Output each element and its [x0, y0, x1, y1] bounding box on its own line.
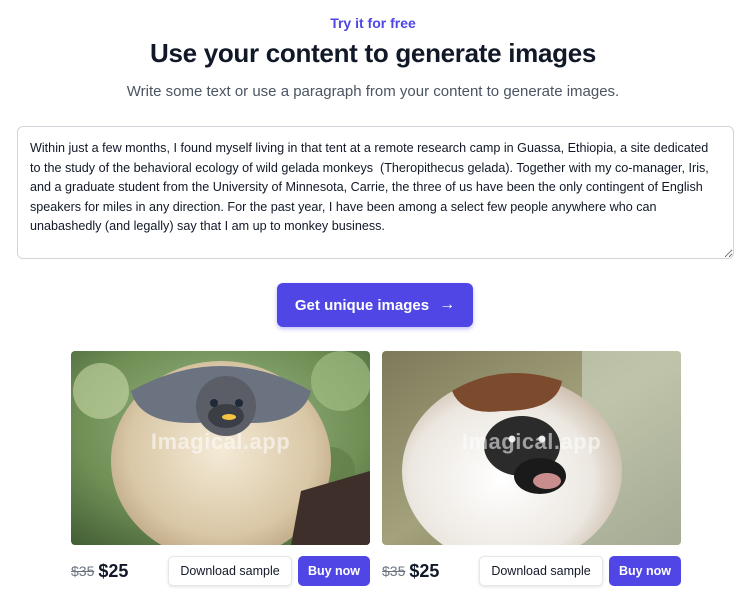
arrow-right-icon: → — [439, 296, 456, 313]
generated-image[interactable]: Imagical.app — [382, 351, 681, 545]
content-textarea[interactable] — [17, 126, 734, 259]
eyebrow-text: Try it for free — [330, 15, 416, 31]
get-unique-images-button[interactable]: Get unique images → — [277, 283, 473, 327]
generated-image[interactable]: Imagical.app — [71, 351, 370, 545]
original-price: $35 — [382, 563, 406, 579]
buy-now-button[interactable]: Buy now — [298, 556, 370, 586]
sale-price: $25 — [98, 560, 129, 581]
watermark: Imagical.app — [150, 429, 291, 454]
watermark: Imagical.app — [461, 429, 602, 454]
result-card: Imagical.app $35 $25 Download sample Buy… — [71, 351, 370, 586]
page-subtitle: Write some text or use a paragraph from … — [126, 83, 620, 100]
purchase-row: $35 $25 Download sample Buy now — [71, 556, 370, 586]
page-title: Use your content to generate images — [149, 38, 597, 68]
cta-label: Get unique images — [294, 296, 430, 314]
sale-price: $25 — [409, 560, 440, 581]
download-sample-button[interactable]: Download sample — [168, 556, 292, 586]
purchase-row: $35 $25 Download sample Buy now — [382, 556, 681, 586]
download-sample-button[interactable]: Download sample — [479, 556, 603, 586]
result-card: Imagical.app $35 $25 Download sample Buy… — [382, 351, 681, 586]
buy-now-button[interactable]: Buy now — [609, 556, 681, 586]
original-price: $35 — [71, 563, 95, 579]
